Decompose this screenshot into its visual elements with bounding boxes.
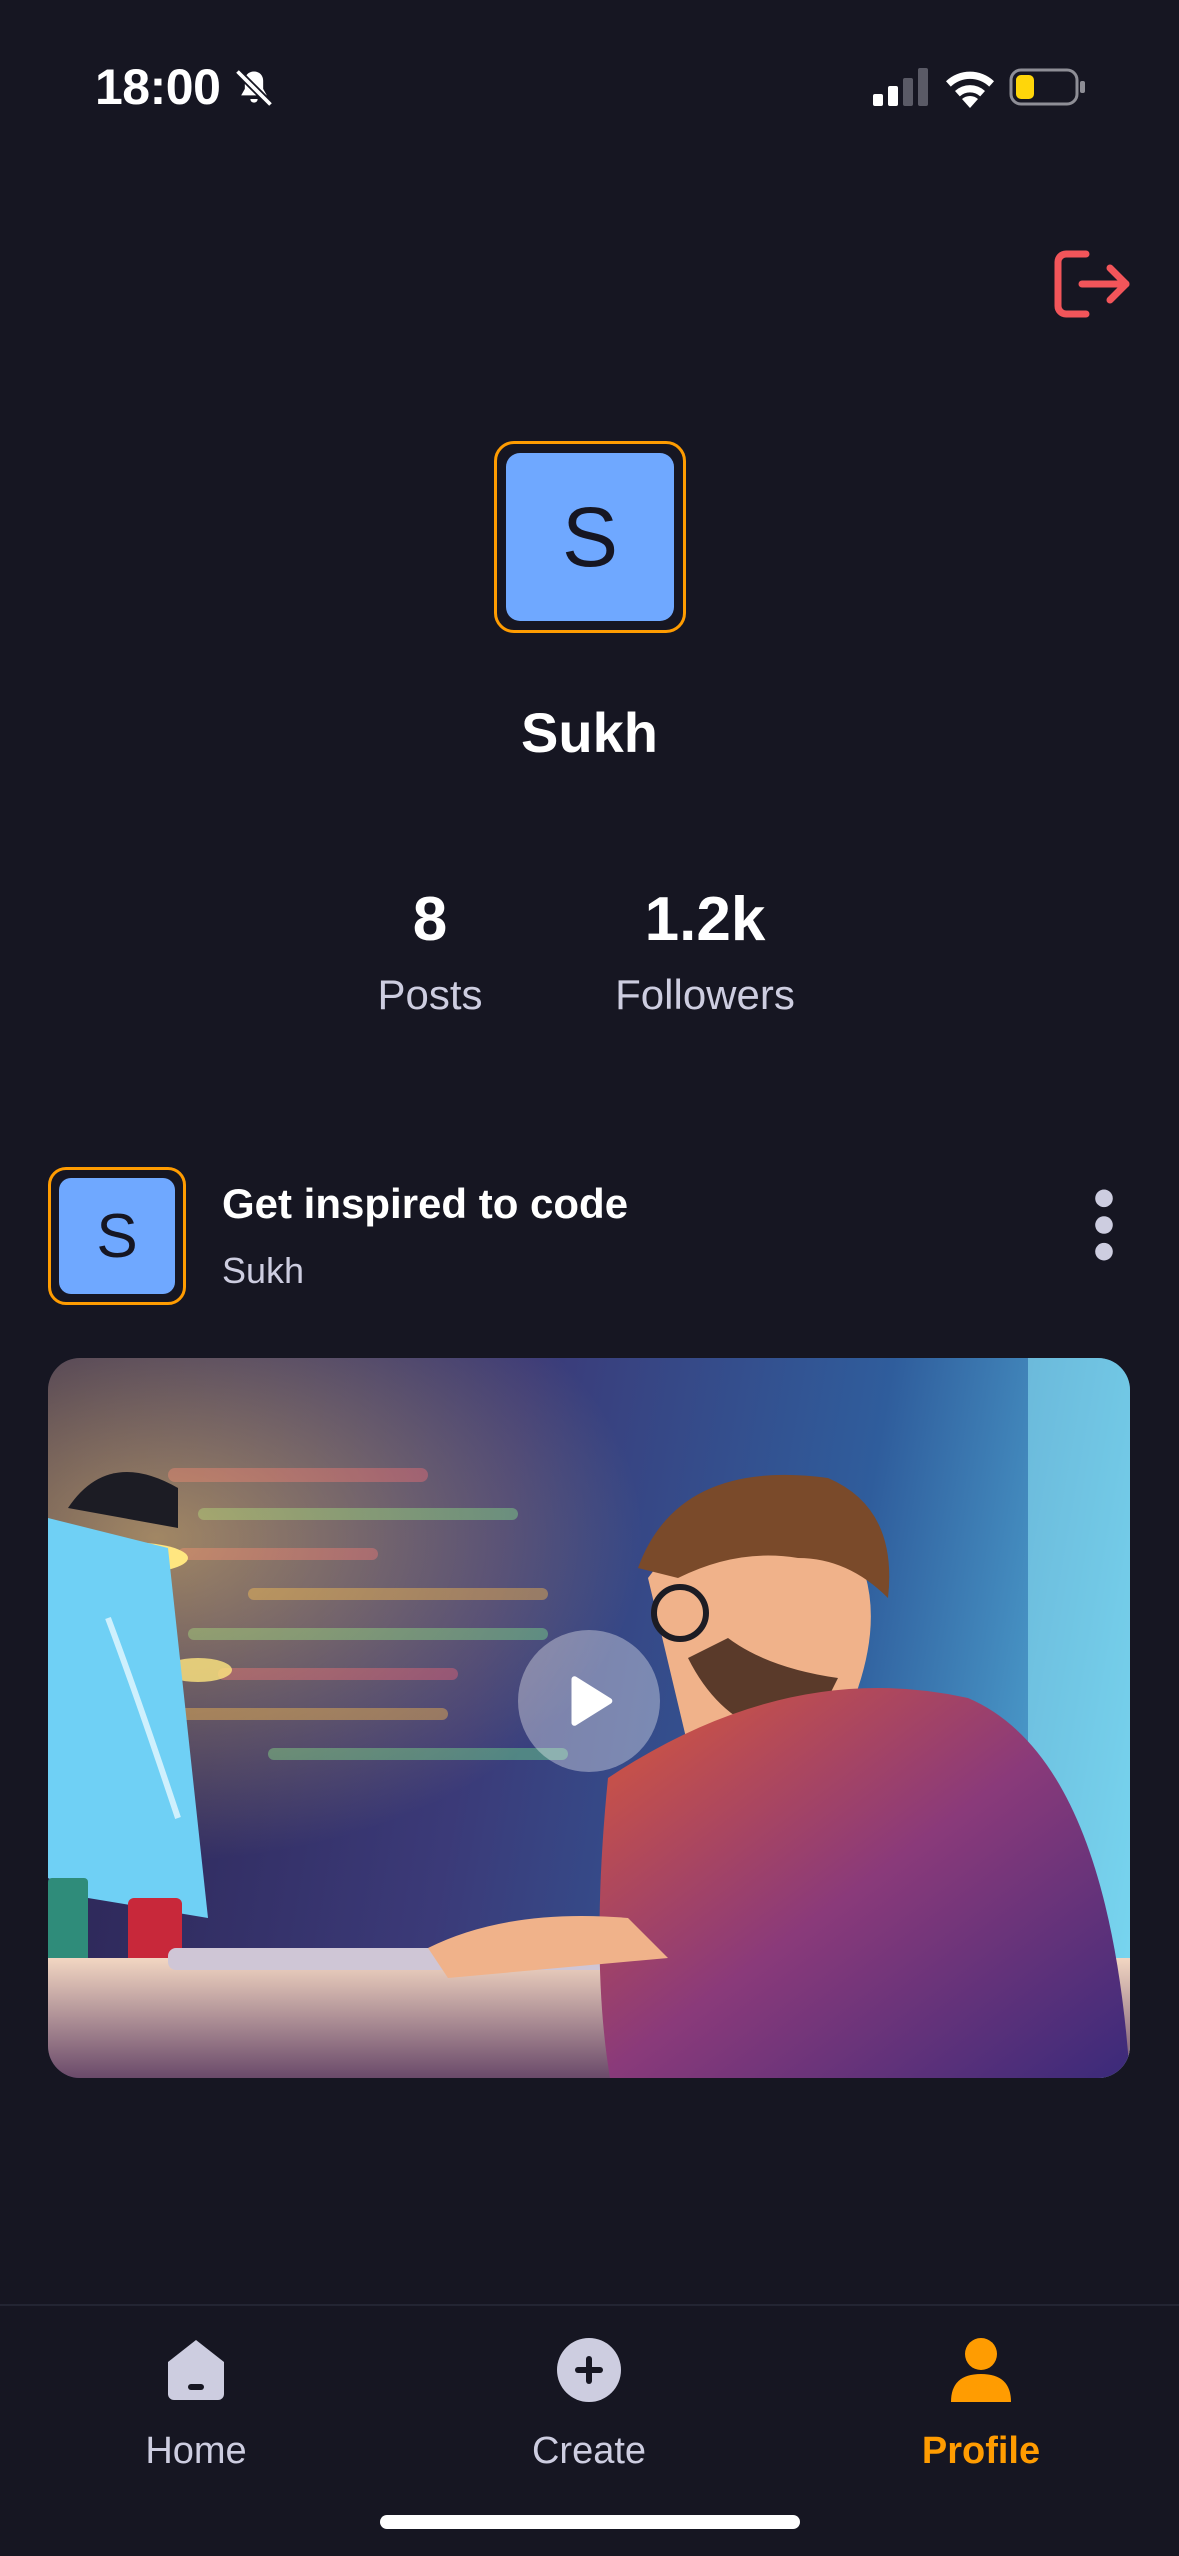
post-avatar: S: [48, 1167, 186, 1305]
followers-count: 1.2k: [644, 885, 766, 954]
wifi-icon: [946, 71, 994, 108]
profile-avatar: S: [494, 441, 686, 633]
plus-circle-icon: [557, 2338, 621, 2402]
profile-icon: [951, 2338, 1011, 2402]
status-bar: 18:00: [0, 0, 1179, 140]
home-indicator: [380, 2515, 800, 2529]
bell-off-icon: [234, 68, 274, 108]
posts-count: 8: [412, 885, 448, 954]
tab-home[interactable]: Home: [66, 2306, 326, 2506]
followers-stat: 1.2k Followers: [590, 880, 820, 1030]
tab-profile[interactable]: Profile: [851, 2306, 1111, 2506]
posts-stat: 8 Posts: [340, 880, 520, 1030]
play-icon: [571, 1676, 613, 1726]
logout-icon[interactable]: [1052, 248, 1132, 320]
more-vertical-icon[interactable]: [1086, 1185, 1122, 1265]
tab-create[interactable]: Create: [459, 2306, 719, 2506]
profile-avatar-initial: S: [506, 453, 674, 621]
tab-profile-label: Profile: [921, 2430, 1041, 2472]
tab-create-label: Create: [531, 2430, 647, 2472]
status-time: 18:00: [95, 59, 221, 115]
followers-label: Followers: [615, 971, 795, 1018]
profile-name: Sukh: [521, 701, 658, 764]
post-author: Sukh: [222, 1250, 305, 1291]
post-avatar-initial: S: [59, 1178, 175, 1294]
play-button[interactable]: [518, 1630, 660, 1772]
post-title: Get inspired to code: [222, 1180, 629, 1227]
tab-home-label: Home: [145, 2430, 247, 2472]
battery-icon: [1009, 68, 1085, 106]
home-icon: [168, 2340, 224, 2400]
signal-icon: [873, 68, 928, 106]
posts-label: Posts: [377, 971, 483, 1018]
